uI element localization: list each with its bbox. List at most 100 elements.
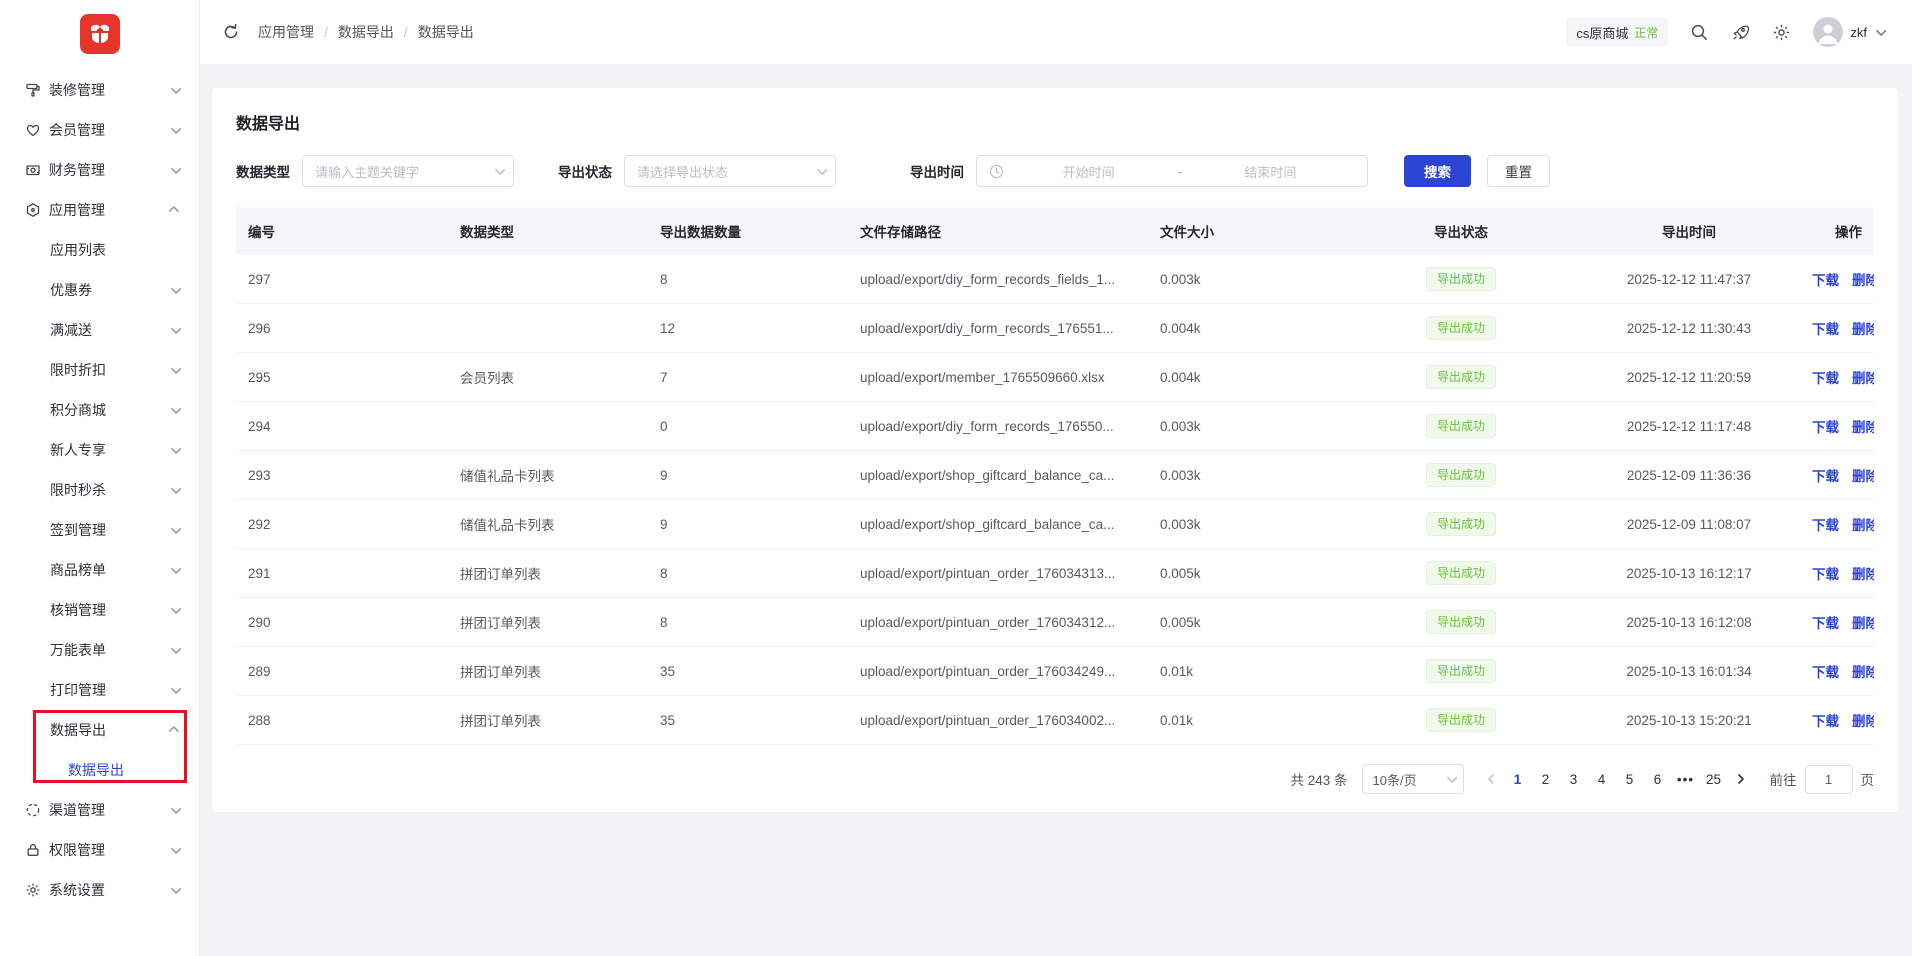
lock-icon [25,842,41,858]
page-number[interactable]: 1 [1504,765,1532,793]
search-button[interactable]: 搜索 [1404,155,1471,187]
shop-badge[interactable]: cs原商城 正常 [1566,18,1668,46]
delete-link[interactable]: 删除 [1852,273,1874,288]
main-area: 应用管理 / 数据导出 / 数据导出 cs原商城 正常 zkf [200,0,1912,956]
row-actions: 下载删除 [1800,612,1874,632]
sidebar-item-flash-sale[interactable]: 限时秒杀 [0,470,199,510]
chevron-down-icon [169,604,181,616]
chevron-down-icon [169,644,181,656]
sidebar-item-app-list[interactable]: 应用列表 [0,230,199,270]
page-number[interactable]: 6 [1644,765,1672,793]
delete-link[interactable]: 删除 [1852,518,1874,533]
sidebar-item-member[interactable]: 会员管理 [0,110,199,150]
sidebar-item-permission[interactable]: 权限管理 [0,830,199,870]
col-id: 编号 [236,221,448,241]
sidebar-item-limited-discount[interactable]: 限时折扣 [0,350,199,390]
sidebar-item-print[interactable]: 打印管理 [0,670,199,710]
chevron-down-icon [169,284,181,296]
data-type-select[interactable]: 请输入主题关键字 [302,155,514,187]
export-status-select[interactable]: 请选择导出状态 [624,155,836,187]
download-link[interactable]: 下载 [1812,567,1839,582]
row-time: 2025-10-13 15:20:21 [1578,713,1800,728]
download-link[interactable]: 下载 [1812,469,1839,484]
download-link[interactable]: 下载 [1812,273,1839,288]
sidebar-item-newcomer[interactable]: 新人专享 [0,430,199,470]
delete-link[interactable]: 删除 [1852,616,1874,631]
chevron-down-icon [169,324,181,336]
sidebar-item-finance[interactable]: 财务管理 [0,150,199,190]
sidebar-item-points-mall[interactable]: 积分商城 [0,390,199,430]
logo[interactable] [0,0,199,68]
chevron-down-icon [169,124,181,136]
goto-page-input[interactable] [1805,765,1853,794]
row-actions: 下载删除 [1800,710,1874,730]
breadcrumb-item[interactable]: 数据导出 [338,22,394,42]
download-link[interactable]: 下载 [1812,322,1839,337]
end-time-input[interactable]: 结束时间 [1186,162,1355,181]
row-size: 0.003k [1148,419,1344,434]
delete-link[interactable]: 删除 [1852,420,1874,435]
page-number[interactable]: 5 [1616,765,1644,793]
table-row: 294 0 upload/export/diy_form_records_176… [236,402,1874,451]
sidebar-item-apps[interactable]: 应用管理 [0,190,199,230]
delete-link[interactable]: 删除 [1852,322,1874,337]
sidebar-item-forms[interactable]: 万能表单 [0,630,199,670]
user-menu[interactable]: zkf [1813,17,1886,47]
prev-page-button[interactable] [1478,765,1504,793]
sidebar-item-settings[interactable]: 系统设置 [0,870,199,910]
delete-link[interactable]: 删除 [1852,714,1874,729]
breadcrumb-item[interactable]: 应用管理 [258,22,314,42]
chevron-down-icon [1874,26,1886,38]
filter-bar: 数据类型 请输入主题关键字 导出状态 请选择导出状态 导出时间 [236,155,1874,187]
chevron-down-icon [169,684,181,696]
page-number[interactable]: 2 [1532,765,1560,793]
page-number[interactable]: 4 [1588,765,1616,793]
rocket-icon[interactable] [1731,23,1750,42]
sidebar-item-data-export[interactable]: 数据导出 [0,750,199,790]
row-time: 2025-12-12 11:20:59 [1578,370,1800,385]
delete-link[interactable]: 删除 [1852,371,1874,386]
sidebar-item-checkin[interactable]: 签到管理 [0,510,199,550]
delete-link[interactable]: 删除 [1852,665,1874,680]
sidebar-item-data-export-group[interactable]: 数据导出 [0,710,199,750]
download-link[interactable]: 下载 [1812,616,1839,631]
delete-link[interactable]: 删除 [1852,567,1874,582]
content-area: 数据导出 数据类型 请输入主题关键字 导出状态 请选择导出状态 [200,64,1912,812]
data-type-label: 数据类型 [236,161,290,181]
sidebar-item-label: 会员管理 [49,120,169,140]
chevron-down-icon [815,165,827,177]
settings-gear-icon[interactable] [1772,23,1791,42]
status-badge: 导出成功 [1426,512,1496,536]
row-status: 导出成功 [1344,512,1578,536]
sidebar-item-ranking[interactable]: 商品榜单 [0,550,199,590]
reset-button[interactable]: 重置 [1487,155,1550,187]
sidebar-item-coupon[interactable]: 优惠券 [0,270,199,310]
sidebar-item-full-reduction[interactable]: 满减送 [0,310,199,350]
sidebar-item-label: 签到管理 [50,520,169,540]
page-number[interactable]: 3 [1560,765,1588,793]
refresh-icon[interactable] [222,23,240,41]
sidebar-item-channel[interactable]: 渠道管理 [0,790,199,830]
date-range-picker[interactable]: 开始时间 - 结束时间 [976,155,1368,187]
page-size-select[interactable]: 10条/页 [1362,764,1464,794]
download-link[interactable]: 下载 [1812,371,1839,386]
download-link[interactable]: 下载 [1812,665,1839,680]
sidebar-item-decoration[interactable]: 装修管理 [0,70,199,110]
download-link[interactable]: 下载 [1812,420,1839,435]
sidebar-item-verification[interactable]: 核销管理 [0,590,199,630]
next-page-button[interactable] [1728,765,1754,793]
page-number-last[interactable]: 25 [1700,765,1728,793]
table-header: 编号 数据类型 导出数据数量 文件存储路径 文件大小 导出状态 导出时间 操作 [236,207,1874,255]
clock-icon [989,164,1004,179]
row-type: 储值礼品卡列表 [448,514,648,534]
download-link[interactable]: 下载 [1812,714,1839,729]
row-status: 导出成功 [1344,365,1578,389]
download-link[interactable]: 下载 [1812,518,1839,533]
more-pages-button[interactable]: ••• [1672,765,1700,793]
row-size: 0.004k [1148,321,1344,336]
data-export-card: 数据导出 数据类型 请输入主题关键字 导出状态 请选择导出状态 [212,88,1898,812]
start-time-input[interactable]: 开始时间 [1004,162,1173,181]
delete-link[interactable]: 删除 [1852,469,1874,484]
chevron-down-icon [169,404,181,416]
search-icon[interactable] [1690,23,1709,42]
